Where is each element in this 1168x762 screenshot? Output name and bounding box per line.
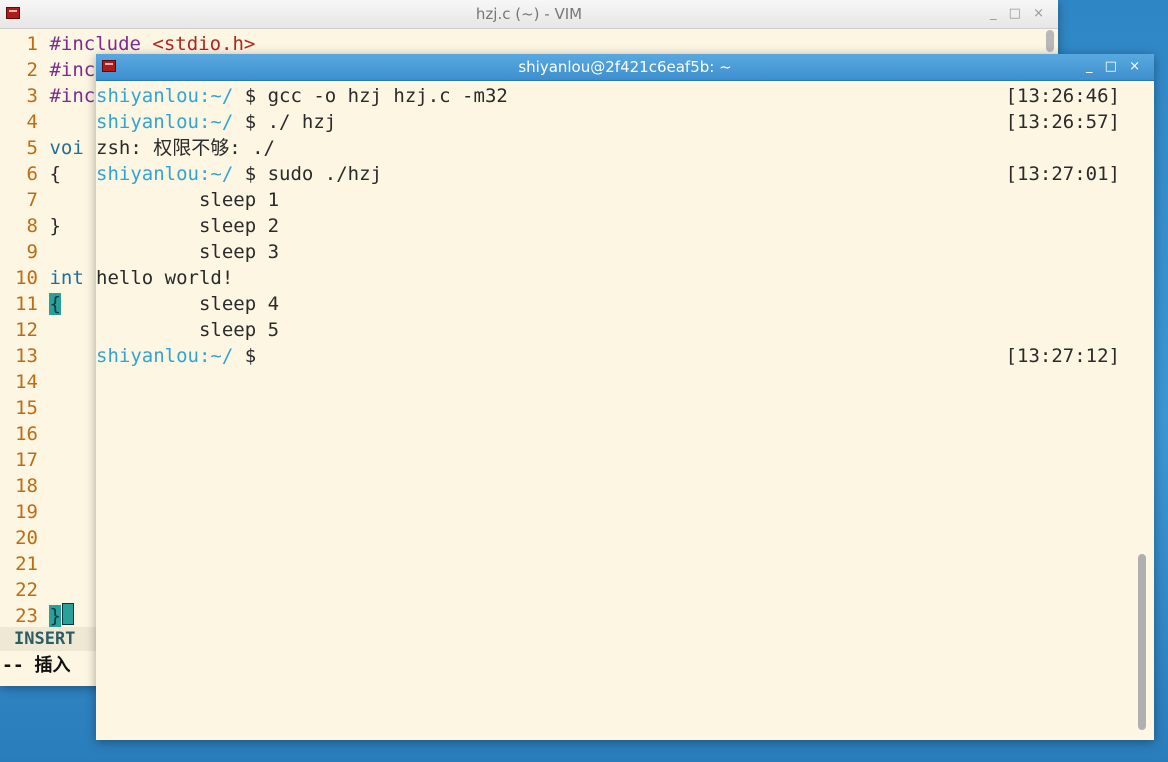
line-number: 6 xyxy=(26,163,38,185)
terminal-window[interactable]: shiyanlou@2f421c6eaf5b: ~ _ □ × shiyanlo… xyxy=(96,54,1154,740)
prompt-user-path: shiyanlou:~/ xyxy=(96,85,234,107)
terminal-output-line: sleep 3 xyxy=(96,241,280,263)
code-token: <stdio.h> xyxy=(152,33,256,55)
terminal-prompt-line: shiyanlou:~/ $ ./ hzj xyxy=(96,109,336,135)
vim-line[interactable]: 18 xyxy=(0,473,49,499)
prompt-user-path: shiyanlou:~/ xyxy=(96,345,234,367)
line-number: 20 xyxy=(15,527,38,549)
line-number: 1 xyxy=(26,33,38,55)
terminal-output-line: sleep 2 xyxy=(96,215,280,237)
prompt-command: $ xyxy=(233,345,257,367)
vim-command-line[interactable]: -- 插入 xyxy=(0,652,71,680)
terminal-output-line: sleep 5 xyxy=(96,319,280,341)
prompt-command: $ ./ hzj xyxy=(233,111,337,133)
vim-line[interactable]: 23 } xyxy=(0,603,74,629)
vim-line[interactable]: 6 { xyxy=(0,161,61,187)
vim-line[interactable]: 4 xyxy=(0,109,49,135)
terminal-titlebar[interactable]: shiyanlou@2f421c6eaf5b: ~ _ □ × xyxy=(96,54,1154,81)
line-number: 17 xyxy=(15,449,38,471)
line-number: 11 xyxy=(15,293,38,315)
vim-line[interactable]: 20 xyxy=(0,525,49,551)
close-icon[interactable]: × xyxy=(1033,0,1048,28)
vim-line[interactable]: 8 } xyxy=(0,213,61,239)
prompt-timestamp: [13:26:46] xyxy=(1005,85,1120,107)
code-token: #inc xyxy=(49,59,96,81)
terminal-prompt-line: shiyanlou:~/ $ gcc -o hzj hzj.c -m32 xyxy=(96,83,508,109)
code-token: #inc xyxy=(49,85,96,107)
close-icon[interactable]: × xyxy=(1129,54,1144,80)
vim-line[interactable]: 16 xyxy=(0,421,49,447)
code-token: voi xyxy=(49,137,84,159)
line-number: 13 xyxy=(15,345,38,367)
line-number: 19 xyxy=(15,501,38,523)
line-number: 9 xyxy=(26,241,38,263)
terminal-output-line: sleep 1 xyxy=(96,189,280,211)
prompt-command: $ gcc -o hzj hzj.c -m32 xyxy=(233,85,508,107)
line-number: 16 xyxy=(15,423,38,445)
vim-window-title: hzj.c (~) - VIM xyxy=(475,5,583,23)
line-number: 8 xyxy=(26,215,38,237)
prompt-timestamp: [13:26:57] xyxy=(1005,111,1120,133)
prompt-timestamp: [13:27:12] xyxy=(1005,345,1120,367)
terminal-scrollbar-thumb[interactable] xyxy=(1138,554,1146,730)
prompt-user-path: shiyanlou:~/ xyxy=(96,111,234,133)
line-number: 5 xyxy=(26,137,38,159)
code-token: #include xyxy=(49,33,153,55)
terminal-output-line: zsh: 权限不够: ./ xyxy=(96,137,275,159)
code-token: { xyxy=(49,293,61,315)
maximize-icon[interactable]: □ xyxy=(1009,0,1025,28)
vim-titlebar[interactable]: hzj.c (~) - VIM _ □ × xyxy=(0,0,1058,29)
code-token: } xyxy=(49,215,61,237)
vim-scrollbar[interactable] xyxy=(1046,30,1054,52)
code-token: { xyxy=(49,163,61,185)
line-number: 22 xyxy=(15,579,38,601)
line-number: 2 xyxy=(26,59,38,81)
minimize-icon[interactable]: _ xyxy=(990,0,1001,28)
line-number: 4 xyxy=(26,111,38,133)
terminal-output[interactable]: shiyanlou:~/ $ gcc -o hzj hzj.c -m32 [13:… xyxy=(96,81,1154,740)
code-token: } xyxy=(49,605,61,627)
vim-line[interactable]: 11 { xyxy=(0,291,61,317)
prompt-timestamp: [13:27:01] xyxy=(1005,163,1120,185)
vim-line[interactable]: 12 xyxy=(0,317,49,343)
terminal-window-title: shiyanlou@2f421c6eaf5b: ~ xyxy=(518,58,732,76)
vim-line[interactable]: 15 xyxy=(0,395,49,421)
vim-line[interactable]: 9 xyxy=(0,239,49,265)
minimize-icon[interactable]: _ xyxy=(1086,54,1097,80)
vim-line[interactable]: 14 xyxy=(0,369,49,395)
line-number: 3 xyxy=(26,85,38,107)
prompt-command: $ sudo ./hzj xyxy=(233,163,382,185)
terminal-output-line: hello world! xyxy=(96,267,234,289)
vim-line[interactable]: 19 xyxy=(0,499,49,525)
vim-line[interactable]: 17 xyxy=(0,447,49,473)
vim-line[interactable]: 7 xyxy=(0,187,49,213)
line-number: 21 xyxy=(15,553,38,575)
line-number: 14 xyxy=(15,371,38,393)
line-number: 15 xyxy=(15,397,38,419)
vim-mode-indicator: INSERT xyxy=(0,627,97,651)
line-number: 23 xyxy=(15,605,38,627)
prompt-user-path: shiyanlou:~/ xyxy=(96,163,234,185)
terminal-prompt-line: shiyanlou:~/ $ sudo ./hzj xyxy=(96,161,382,187)
maximize-icon[interactable]: □ xyxy=(1105,54,1121,80)
line-number: 12 xyxy=(15,319,38,341)
text-cursor xyxy=(61,603,74,625)
vim-window-controls: _ □ × xyxy=(990,0,1048,28)
vim-line[interactable]: 10 int xyxy=(0,265,84,291)
vim-line[interactable]: 2 #inc xyxy=(0,57,96,83)
terminal-output-line: sleep 4 xyxy=(96,293,280,315)
vim-line[interactable]: 22 xyxy=(0,577,49,603)
terminal-window-controls: _ □ × xyxy=(1086,54,1144,80)
vim-line[interactable]: 21 xyxy=(0,551,49,577)
vim-line[interactable]: 5 voi xyxy=(0,135,84,161)
vim-line[interactable]: 3 #inc xyxy=(0,83,96,109)
vim-line[interactable]: 13 xyxy=(0,343,49,369)
code-token: int xyxy=(49,267,84,289)
terminal-prompt-line: shiyanlou:~/ $ xyxy=(96,343,256,369)
line-number: 10 xyxy=(15,267,38,289)
line-number: 7 xyxy=(26,189,38,211)
line-number: 18 xyxy=(15,475,38,497)
